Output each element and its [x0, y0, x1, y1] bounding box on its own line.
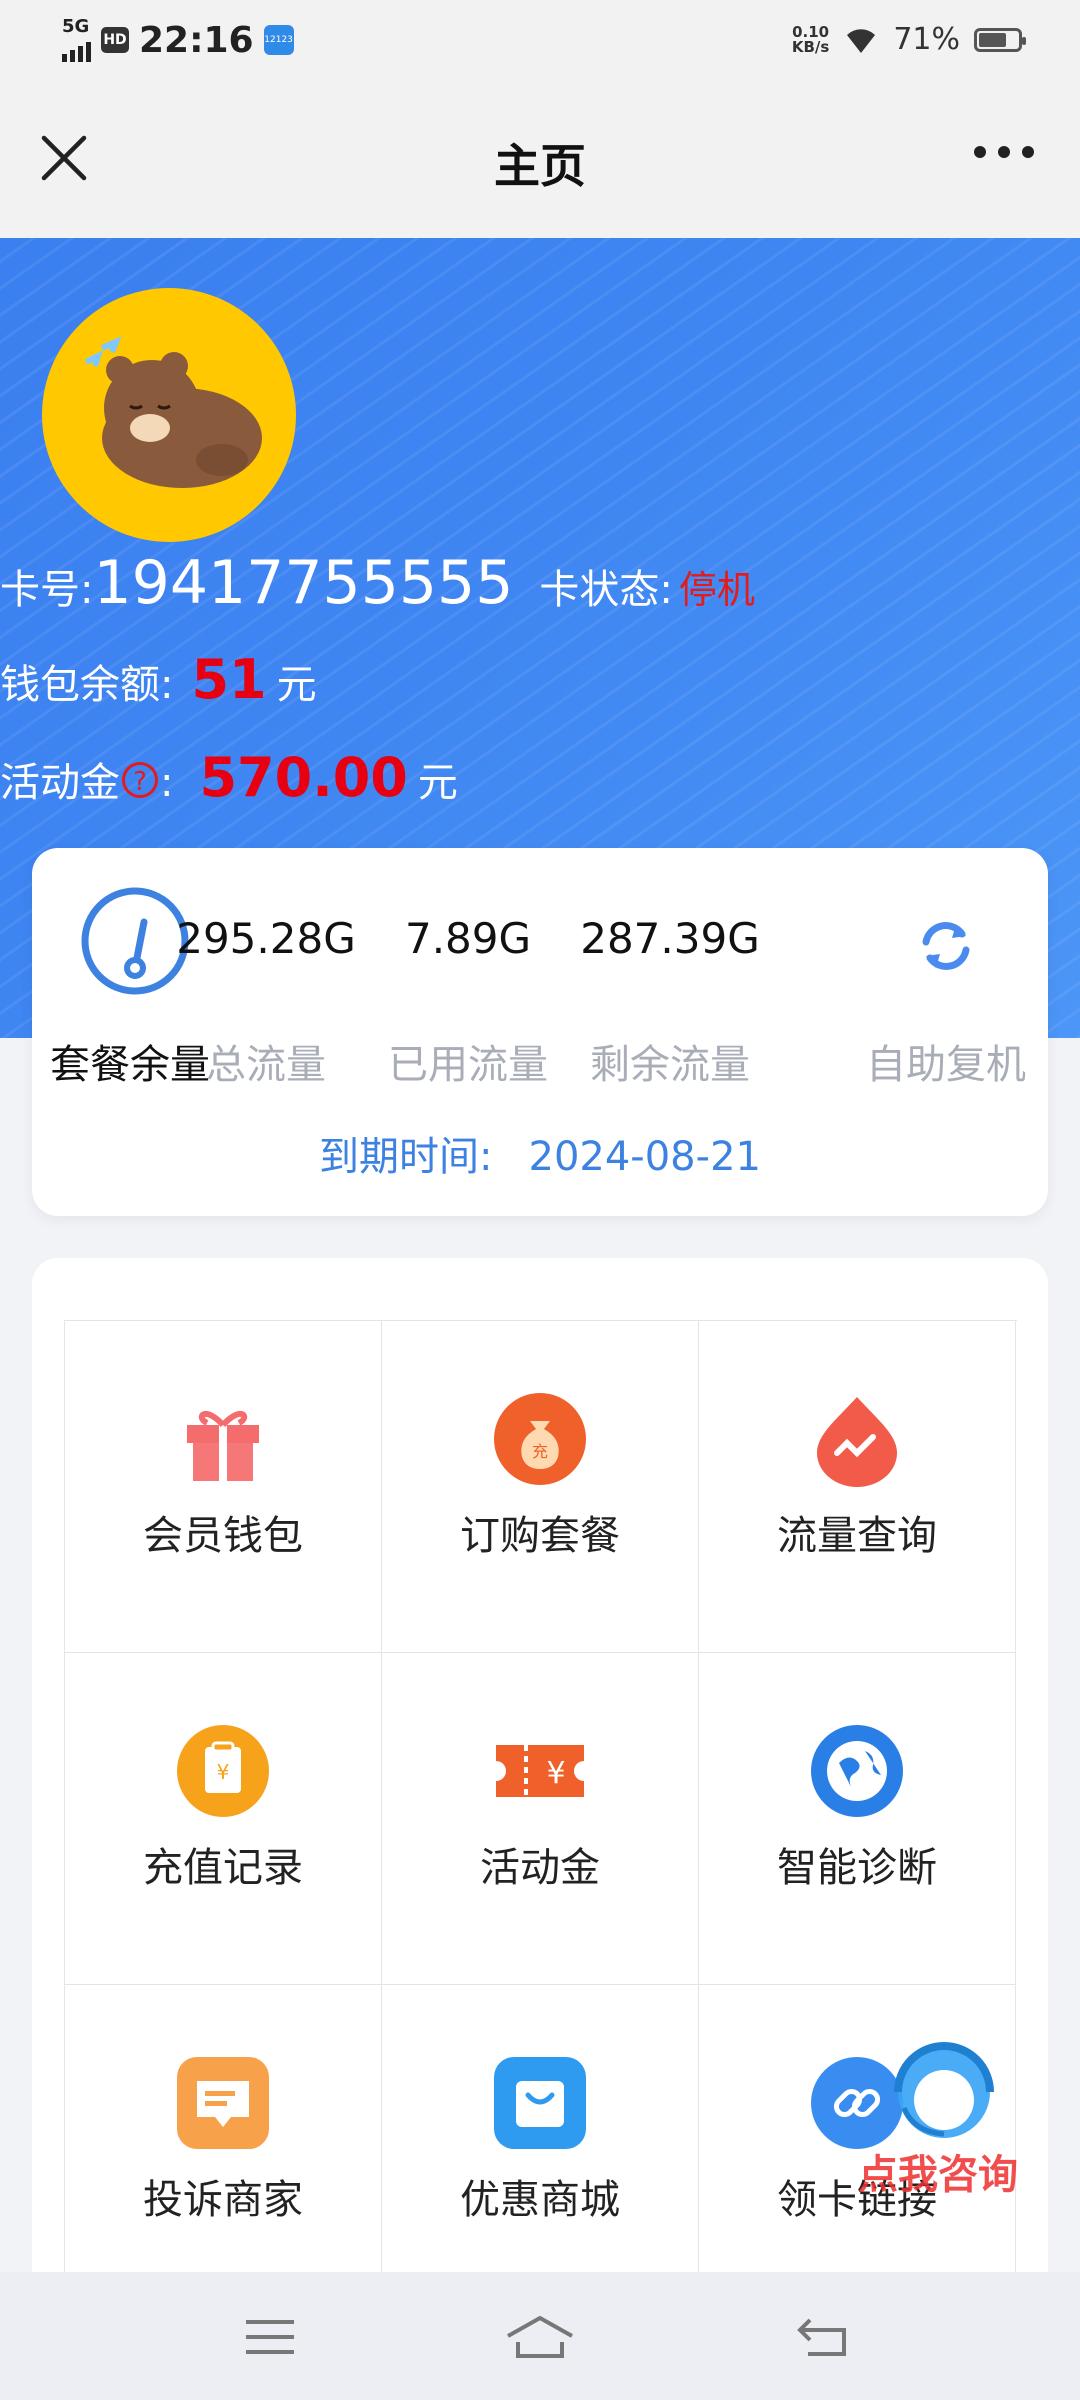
activity-fund-row: 活动金 ? : 570.00 元 [0, 746, 458, 809]
shopping-bag-icon [494, 2057, 586, 2149]
feature-grid-card: 会员钱包 充 订购套餐 流量查询 ¥ 充值记录 ¥ 活动金 智能诊断 投诉商家 … [32, 1258, 1048, 2400]
self-reactivate-label: 自助复机 [866, 1042, 1026, 1088]
svg-text:充: 充 [532, 1442, 548, 1461]
expiry-row: 到期时间: 2024-08-21 [32, 1124, 1048, 1182]
grid-item-discount-mall[interactable]: 优惠商城 [382, 1985, 699, 2317]
activity-fund-value: 570.00 [199, 746, 408, 809]
ticket-icon: ¥ [496, 1745, 584, 1797]
status-bar: 5G HD 22:16 12123 0.10 KB/s 71% [0, 0, 1080, 86]
nav-bar: 主页 [0, 86, 1080, 238]
complaint-icon [177, 2057, 269, 2149]
consult-button[interactable]: 点我咨询 [848, 2030, 1028, 2200]
battery-icon [974, 27, 1026, 52]
gift-icon [187, 1411, 259, 1481]
refresh-icon[interactable] [916, 916, 976, 976]
expiry-label: 到期时间: [319, 1134, 493, 1180]
grid-item-member-wallet[interactable]: 会员钱包 [65, 1321, 382, 1653]
grid-item-smart-diagnosis[interactable]: 智能诊断 [699, 1653, 1016, 1985]
package-usage-card: 套餐余量 295.28G 总流量 7.89G 已用流量 287.39G 剩余流量… [32, 848, 1048, 1216]
remaining-traffic-label: 剩余流量 [590, 1042, 750, 1088]
activity-colon: : [160, 760, 174, 806]
grid-item-traffic-query[interactable]: 流量查询 [699, 1321, 1016, 1653]
consult-label: 点我咨询 [858, 2152, 1018, 2198]
wallet-balance: 51 [191, 648, 267, 711]
remaining-traffic-value: 287.39G [580, 914, 760, 963]
used-traffic-value: 7.89G [404, 914, 532, 963]
grid-item-label: 流量查询 [777, 1513, 937, 1559]
expiry-date: 2024-08-21 [528, 1134, 761, 1180]
wifi-icon [847, 28, 876, 53]
wallet-label: 钱包余额: [0, 662, 174, 708]
card-number: 19417755555 [93, 548, 514, 618]
page-title: 主页 [494, 139, 586, 193]
total-traffic-value: 295.28G [176, 914, 356, 963]
card-status-label: 卡状态: [539, 567, 673, 613]
total-traffic-label: 总流量 [206, 1042, 326, 1088]
network-speed: 0.10 KB/s [791, 22, 830, 56]
avatar[interactable] [42, 288, 296, 542]
more-icon[interactable] [974, 146, 1034, 158]
recharge-record-icon: ¥ [177, 1725, 269, 1817]
menu-icon[interactable] [240, 2312, 300, 2362]
activity-fund-unit: 元 [417, 760, 458, 806]
svg-text:¥: ¥ [546, 1756, 565, 1791]
wallet-row: 钱包余额: 51 元 [0, 648, 317, 711]
home-icon[interactable] [504, 2312, 576, 2362]
grid-item-label: 活动金 [480, 1845, 600, 1891]
battery-percent: 71% [893, 22, 960, 57]
globe-icon [811, 1725, 903, 1817]
card-status-value: 停机 [678, 568, 755, 612]
card-number-label: 卡号: [0, 567, 94, 613]
wallet-unit: 元 [276, 662, 317, 708]
svg-text:¥: ¥ [217, 1760, 230, 1784]
network-type: 5G [62, 16, 90, 37]
activity-fund-label: 活动金 [0, 760, 120, 806]
help-icon[interactable]: ? [122, 762, 158, 798]
traffic-drop-icon [817, 1397, 897, 1487]
grid-item-recharge-record[interactable]: ¥ 充值记录 [65, 1653, 382, 1985]
hd-badge: HD [101, 27, 129, 53]
grid-item-label: 优惠商城 [460, 2177, 620, 2223]
grid-item-label: 会员钱包 [143, 1513, 303, 1559]
grid-item-activity-fund[interactable]: ¥ 活动金 [382, 1653, 699, 1985]
card-number-row: 卡号: 19417755555 卡状态: 停机 [0, 548, 755, 618]
back-icon[interactable] [794, 2312, 854, 2362]
used-traffic-label: 已用流量 [388, 1042, 548, 1088]
grid-item-label: 订购套餐 [460, 1513, 620, 1559]
grid-item-complain-merchant[interactable]: 投诉商家 [65, 1985, 382, 2317]
grid-item-label: 充值记录 [143, 1845, 303, 1891]
grid-item-label: 投诉商家 [143, 2177, 303, 2223]
grid-item-label: 智能诊断 [777, 1845, 937, 1891]
system-nav-bar [0, 2272, 1080, 2400]
customer-service-icon [894, 2042, 994, 2138]
signal-icon [62, 36, 91, 62]
money-bag-icon: 充 [494, 1393, 586, 1485]
grid-item-order-package[interactable]: 充 订购套餐 [382, 1321, 699, 1653]
clock: 22:16 [139, 19, 254, 61]
app-notification-icon: 12123 [263, 25, 294, 55]
